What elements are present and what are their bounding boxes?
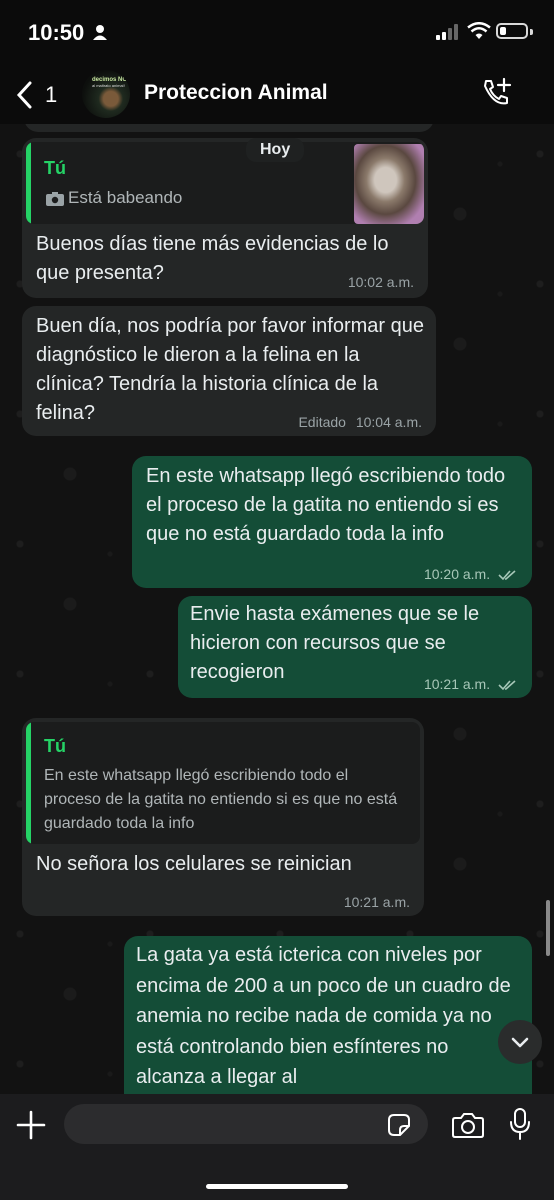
quoted-message[interactable]: Tú En este whatsapp llegó escribiendo to… xyxy=(26,722,420,844)
message-text: No señora los celulares se reinician xyxy=(36,853,352,875)
message-time: 10:21 a.m. xyxy=(423,676,491,692)
message-time: 10:02 a.m. xyxy=(347,274,414,290)
chevron-down-icon xyxy=(511,1037,529,1048)
chat-area[interactable]: Tú Está babeando Buenos días tiene más e… xyxy=(0,124,554,1094)
quote-text: En este whatsapp llegó escribiendo todo … xyxy=(44,767,398,832)
battery-icon xyxy=(496,23,533,39)
message-bubble-incoming[interactable]: Tú Está babeando Buenos días tiene más e… xyxy=(22,138,428,298)
contact-name[interactable]: Proteccion Animal xyxy=(144,81,328,105)
message-text: En este whatsapp llegó escribiendo todo … xyxy=(146,465,506,545)
double-check-icon xyxy=(498,570,516,581)
avatar-text-sub: al maltrato animal! xyxy=(92,83,125,88)
message-bubble-outgoing[interactable]: Envie hasta exámenes que se le hicieron … xyxy=(178,596,532,698)
quoted-cat-photo xyxy=(354,144,424,224)
status-time: 10:50 xyxy=(28,20,85,45)
message-time: 10:04 a.m. xyxy=(355,414,422,430)
message-meta: 10:20 a.m. xyxy=(424,566,518,582)
message-text: Envie hasta exámenes que se le hicieron … xyxy=(190,603,480,683)
message-meta: 10:21 a.m. xyxy=(424,676,518,692)
quote-text: Está babeando xyxy=(68,188,183,207)
message-bubble-outgoing[interactable]: La gata ya está icterica con niveles por… xyxy=(124,936,532,1094)
message-text: Buen día, nos podría por favor informar … xyxy=(36,315,425,424)
signal-icon xyxy=(436,24,458,40)
message-bubble-incoming-partial xyxy=(24,124,434,132)
back-chevron-icon[interactable] xyxy=(14,80,36,110)
scrollbar[interactable] xyxy=(546,900,550,956)
sticker-icon[interactable] xyxy=(388,1114,410,1136)
message-bubble-outgoing[interactable]: En este whatsapp llegó escribiendo todo … xyxy=(132,456,532,588)
person-icon xyxy=(93,25,107,40)
double-check-icon xyxy=(498,680,516,691)
chat-header: 1 decimos NO al maltrato animal! Protecc… xyxy=(0,64,554,124)
plus-icon[interactable] xyxy=(16,1110,46,1140)
message-time: 10:20 a.m. xyxy=(423,566,491,582)
back-unread-count[interactable]: 1 xyxy=(45,82,57,108)
message-bubble-incoming[interactable]: Tú En este whatsapp llegó escribiendo to… xyxy=(22,718,424,916)
edited-label: Editado xyxy=(298,414,346,430)
wifi-icon xyxy=(467,22,491,39)
message-time: 10:21 a.m. xyxy=(343,894,410,910)
add-call-icon[interactable] xyxy=(480,76,516,112)
message-text: La gata ya está icterica con niveles por… xyxy=(136,944,511,1088)
quote-author: Tú xyxy=(44,158,66,178)
camera-icon xyxy=(46,192,64,206)
scroll-to-bottom-button[interactable] xyxy=(498,1020,542,1064)
camera-icon[interactable] xyxy=(452,1112,484,1138)
message-input[interactable] xyxy=(64,1104,428,1144)
quoted-message[interactable]: Tú Está babeando xyxy=(26,142,424,224)
home-indicator xyxy=(206,1184,348,1189)
quote-author: Tú xyxy=(44,736,66,756)
status-bar: 10:50 xyxy=(0,0,554,64)
date-divider: Hoy xyxy=(246,138,305,162)
message-meta: Editado 10:04 a.m. xyxy=(298,414,422,430)
avatar[interactable]: decimos NO al maltrato animal! xyxy=(82,70,130,118)
microphone-icon[interactable] xyxy=(508,1108,532,1140)
message-bubble-incoming[interactable]: Buen día, nos podría por favor informar … xyxy=(22,306,436,436)
